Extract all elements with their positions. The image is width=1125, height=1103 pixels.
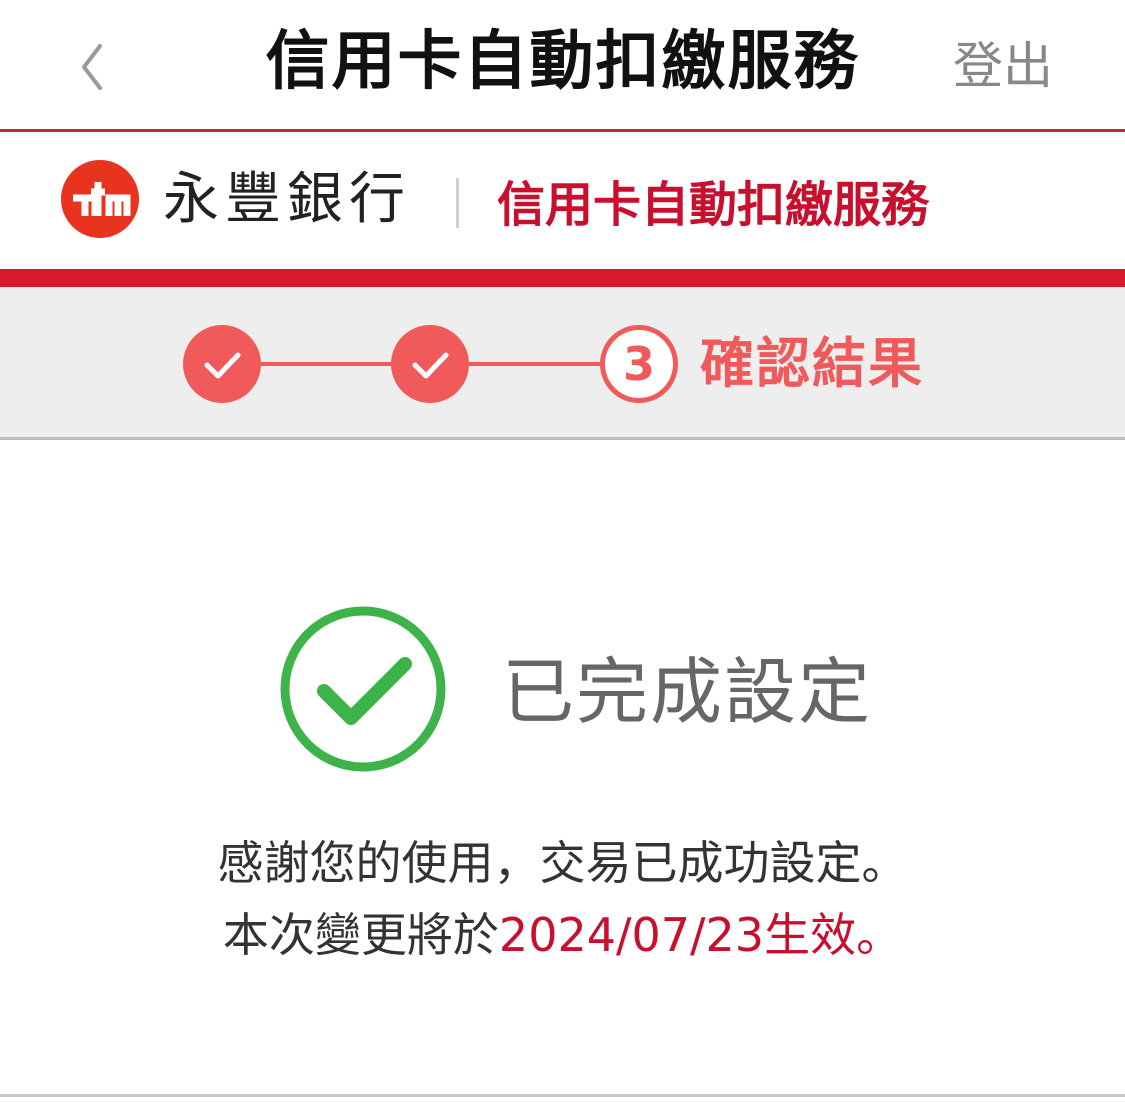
step-connector-1 — [261, 362, 391, 366]
bottom-divider — [0, 1094, 1125, 1097]
brand-accent-band — [0, 269, 1125, 287]
step-2-done — [391, 325, 469, 403]
thanks-message: 感謝您的使用，交易已成功設定。 — [217, 836, 908, 890]
back-button[interactable] — [70, 38, 118, 96]
effective-suffix: 生效。 — [764, 908, 903, 962]
effective-date: 2024/07/23 — [498, 908, 765, 962]
check-icon — [204, 352, 241, 379]
effective-prefix: 本次變更將於 — [222, 908, 499, 962]
brand-divider — [456, 178, 459, 228]
brand-header: 永豐銀行 信用卡自動扣繳服務 — [0, 132, 1125, 269]
sinopac-logo-icon — [61, 160, 139, 238]
progress-stepper: 3 確認結果 — [0, 287, 1125, 440]
service-name: 信用卡自動扣繳服務 — [497, 177, 930, 233]
logout-button[interactable]: 登出 — [953, 34, 1053, 98]
success-check-circle-icon — [280, 606, 446, 772]
bank-name: 永豐銀行 — [163, 167, 411, 232]
check-icon — [412, 352, 449, 379]
step-1-done — [183, 325, 261, 403]
step-3-label: 確認結果 — [700, 332, 924, 395]
result-title: 已完成設定 — [502, 650, 873, 734]
step-connector-2 — [469, 362, 600, 366]
effective-date-message: 本次變更將於2024/07/23生效。 — [0, 905, 1125, 965]
top-navbar: 信用卡自動扣繳服務 登出 — [0, 0, 1125, 132]
page: 信用卡自動扣繳服務 登出 永豐銀行 信用卡自動扣繳服務 3 確認結果 已完成設定… — [0, 0, 1125, 1103]
step-3-current: 3 — [600, 325, 678, 403]
chevron-left-icon — [82, 44, 102, 90]
